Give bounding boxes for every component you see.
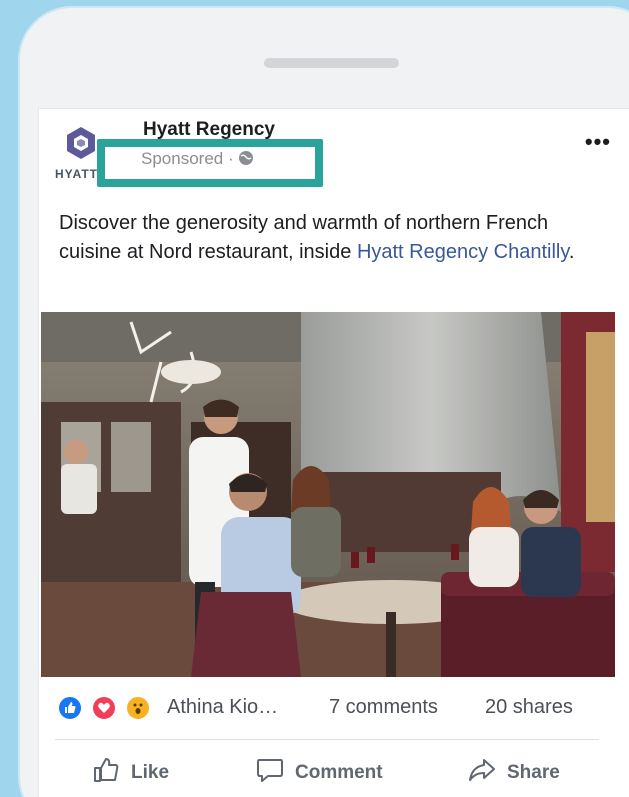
comments-count[interactable]: 7 comments xyxy=(329,696,438,719)
facebook-ad-post: HYATT Hyatt Regency Sponsored · ••• Disc… xyxy=(38,108,629,797)
post-actions: Like Comment Share xyxy=(39,749,619,795)
like-button[interactable]: Like xyxy=(91,755,169,791)
post-text-end: . xyxy=(568,241,575,263)
wow-reaction-icon xyxy=(125,695,151,721)
reactions-bar: Athina Kio… 7 comments 20 shares xyxy=(57,691,617,727)
more-options-button[interactable]: ••• xyxy=(585,129,611,155)
like-label: Like xyxy=(131,762,170,783)
logo-text: HYATT xyxy=(55,167,99,181)
reaction-icons[interactable] xyxy=(57,695,161,723)
sponsored-highlight-box xyxy=(97,139,323,187)
phone-speaker xyxy=(264,58,399,68)
post-header: HYATT Hyatt Regency Sponsored · ••• xyxy=(39,109,629,199)
share-button[interactable]: Share xyxy=(467,755,560,791)
post-text-link[interactable]: Hyatt Regency Chantilly xyxy=(357,241,569,263)
phone-frame: HYATT Hyatt Regency Sponsored · ••• Disc… xyxy=(20,8,629,797)
post-text: Discover the generosity and warmth of no… xyxy=(59,209,599,267)
share-arrow-icon xyxy=(467,755,497,791)
comment-label: Comment xyxy=(295,762,383,783)
post-image[interactable] xyxy=(41,312,615,677)
thumbs-up-icon xyxy=(91,755,121,791)
comment-bubble-icon xyxy=(255,755,285,791)
page-name[interactable]: Hyatt Regency xyxy=(143,119,275,141)
divider xyxy=(55,739,599,740)
restaurant-photo xyxy=(41,312,615,677)
reactor-name[interactable]: Athina Kio… xyxy=(167,696,278,719)
like-reaction-icon xyxy=(57,695,83,721)
share-label: Share xyxy=(507,762,560,783)
love-reaction-icon xyxy=(91,695,117,721)
shares-count[interactable]: 20 shares xyxy=(485,696,573,719)
comment-button[interactable]: Comment xyxy=(255,755,383,791)
